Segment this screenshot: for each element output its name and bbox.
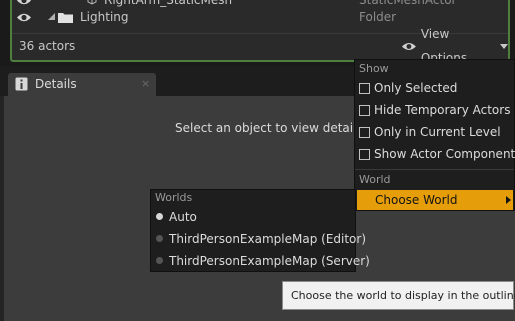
visibility-eye-icon[interactable] <box>16 12 32 23</box>
menu-item-show-actor-components[interactable]: Show Actor Components <box>355 143 515 165</box>
outliner-footer: 36 actors View Options <box>12 27 508 65</box>
menu-divider <box>355 169 514 170</box>
radio-unselected-icon <box>156 235 163 242</box>
world-option-auto[interactable]: Auto <box>151 206 355 228</box>
actor-count: 36 actors <box>19 39 76 53</box>
menu-header-show: Show <box>359 62 389 75</box>
radio-selected-icon <box>156 213 163 220</box>
outliner-item-name: RightArm_StaticMesh <box>104 0 233 7</box>
expand-triangle-icon[interactable] <box>48 13 55 20</box>
tooltip: Choose the world to display in the outli… <box>282 281 515 310</box>
checkbox[interactable] <box>359 149 370 160</box>
menu-item-hide-temporary-actors[interactable]: Hide Temporary Actors <box>355 99 514 121</box>
outliner-list: RightArm_StaticMesh StaticMeshActor Ligh… <box>10 0 510 65</box>
world-option-server[interactable]: ThirdPersonExampleMap (Server) <box>151 250 370 272</box>
outliner-item-name: Lighting <box>80 10 129 24</box>
menu-item-label: Hide Temporary Actors <box>374 103 511 117</box>
choose-world-label: Choose World <box>375 193 458 207</box>
static-mesh-icon <box>87 0 97 5</box>
submenu-arrow-icon <box>506 196 511 204</box>
chevron-down-icon <box>500 43 508 49</box>
outliner-item-type: StaticMeshActor <box>359 0 457 7</box>
choose-world-menu-item[interactable]: Choose World <box>357 190 513 210</box>
world-option-label: Auto <box>169 210 197 224</box>
checkbox[interactable] <box>359 127 370 138</box>
menu-item-label: Only in Current Level <box>374 125 501 139</box>
menu-item-only-in-current-level[interactable]: Only in Current Level <box>355 121 514 143</box>
submenu-header-worlds: Worlds <box>155 191 193 204</box>
eye-icon <box>401 42 416 50</box>
world-option-editor[interactable]: ThirdPersonExampleMap (Editor) <box>151 228 366 250</box>
close-icon[interactable]: × <box>141 73 150 95</box>
world-option-label: ThirdPersonExampleMap (Server) <box>169 254 370 268</box>
menu-item-label: Show Actor Components <box>374 147 515 161</box>
visibility-eye-icon[interactable] <box>16 0 32 6</box>
folder-icon <box>58 13 73 23</box>
tooltip-text: Choose the world to display in the outli… <box>291 289 515 302</box>
checkbox[interactable] <box>359 105 370 116</box>
view-options-button[interactable]: View Options <box>401 27 508 65</box>
menu-header-world: World <box>359 173 391 186</box>
details-empty-message: Select an object to view details. <box>175 121 367 135</box>
details-info-icon <box>15 77 28 91</box>
world-outliner: RightArm_StaticMesh StaticMeshActor Ligh… <box>0 0 515 66</box>
checkbox[interactable] <box>359 83 370 94</box>
outliner-row-rightarm[interactable]: RightArm_StaticMesh StaticMeshActor <box>12 0 508 9</box>
view-options-menu: Show Only Selected Hide Temporary Actors… <box>354 59 515 211</box>
menu-item-only-selected[interactable]: Only Selected <box>355 77 514 99</box>
world-option-label: ThirdPersonExampleMap (Editor) <box>169 232 367 246</box>
radio-unselected-icon <box>156 257 163 264</box>
outliner-item-type: Folder <box>359 10 397 24</box>
menu-item-label: Only Selected <box>374 81 458 95</box>
worlds-submenu: Worlds Auto ThirdPersonExampleMap (Edito… <box>150 189 370 272</box>
tab-details[interactable]: Details × <box>8 73 156 96</box>
tab-details-label: Details <box>35 77 77 91</box>
